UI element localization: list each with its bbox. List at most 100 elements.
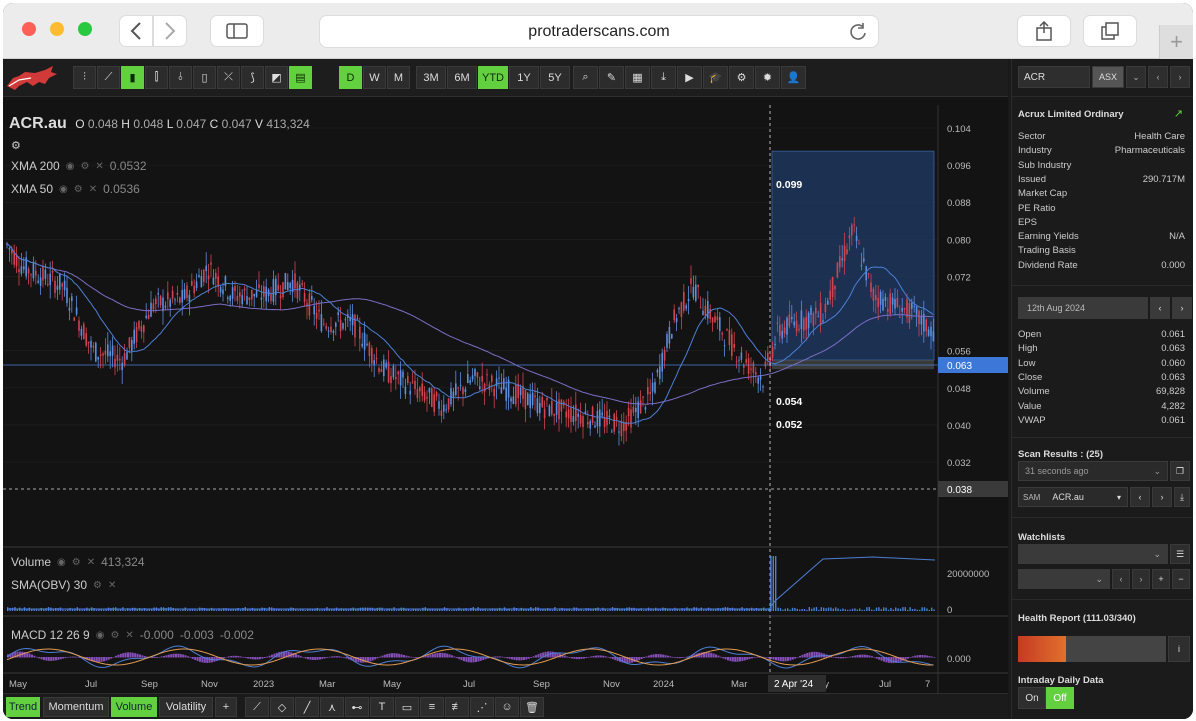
text-tool-button[interactable]: T <box>370 697 394 717</box>
trend-dots-tool-button[interactable]: ⋰ <box>470 697 494 717</box>
next-date-button[interactable]: › <box>1172 297 1192 319</box>
remove-watchlist-button[interactable]: − <box>1172 569 1190 589</box>
pen-tool-button[interactable]: ⟋ <box>245 697 269 717</box>
eye-icon[interactable]: ◉ <box>66 161 75 172</box>
settings-icon[interactable]: ⚙ <box>74 184 83 195</box>
intraday-off-button[interactable]: Off <box>1046 687 1074 709</box>
remove-icon[interactable]: ✕ <box>87 557 95 568</box>
ohlc-button[interactable]: ▯ <box>193 66 216 89</box>
add-indicator-button[interactable]: + <box>215 697 237 717</box>
rectangle-tool-button[interactable]: ▭ <box>395 697 419 717</box>
eye-icon[interactable]: ◉ <box>96 630 105 641</box>
volume-chart-button[interactable]: ▤ <box>289 66 312 89</box>
magic-wand-button[interactable]: ✎ <box>599 66 624 89</box>
next-scan-button[interactable]: › <box>1152 487 1172 507</box>
reload-icon[interactable] <box>848 22 868 42</box>
sidebar-toggle-button[interactable] <box>210 15 264 47</box>
trash-tool-button[interactable]: 🗑 <box>520 697 544 717</box>
settings-button[interactable]: ⚙ <box>729 66 754 89</box>
scan-symbol-select[interactable]: SAM ACR.au ▾ <box>1018 487 1128 507</box>
scan-time-select[interactable]: 31 seconds ago ⌄ <box>1018 461 1168 481</box>
close-window-button[interactable] <box>22 22 36 36</box>
volume-legend[interactable]: Volume ◉ ⚙ ✕ 413,324 <box>11 555 145 569</box>
parallel-tool-button[interactable]: ≢ <box>445 697 469 717</box>
range-1y-button[interactable]: 1Y <box>509 66 539 89</box>
next-watchlist-button[interactable]: › <box>1132 569 1150 589</box>
range-3m-button[interactable]: 3M <box>416 66 446 89</box>
range-6m-button[interactable]: 6M <box>447 66 477 89</box>
range-ytd-button[interactable]: YTD <box>478 66 508 89</box>
forward-button[interactable] <box>153 15 187 47</box>
external-link-icon[interactable]: ↗ <box>1174 107 1183 120</box>
chart-area[interactable]: 0.104 0.096 0.088 0.080 0.072 0.056 0.048 0.040… <box>3 97 1008 693</box>
price-chart[interactable]: 0.104 0.096 0.088 0.080 0.072 0.056 0.048 0.040… <box>3 97 1008 693</box>
period-w-button[interactable]: W <box>363 66 386 89</box>
eye-icon[interactable]: ◉ <box>59 184 68 195</box>
fib-tool-button[interactable]: ⋏ <box>320 697 344 717</box>
prev-date-button[interactable]: ‹ <box>1150 297 1170 319</box>
watchlist-select[interactable]: ⌄ <box>1018 544 1168 564</box>
period-m-button[interactable]: M <box>387 66 410 89</box>
remove-icon[interactable]: ✕ <box>125 630 133 641</box>
remove-icon[interactable]: ✕ <box>108 580 116 591</box>
prev-symbol-button[interactable]: ‹ <box>1148 66 1168 88</box>
minimize-window-button[interactable] <box>50 22 64 36</box>
period-d-button[interactable]: D <box>339 66 362 89</box>
download-button[interactable]: ⤓ <box>651 66 676 89</box>
add-watchlist-button[interactable]: + <box>1152 569 1170 589</box>
settings-icon[interactable]: ⚙ <box>93 580 102 591</box>
remove-icon[interactable]: ✕ <box>95 161 103 172</box>
candle-chart-button[interactable]: ⫶ <box>73 66 96 89</box>
table-button[interactable]: ▦ <box>625 66 650 89</box>
intraday-on-button[interactable]: On <box>1018 687 1046 709</box>
symbol-search-input[interactable]: ACR <box>1018 66 1090 88</box>
kagi-button[interactable]: ⟆ <box>241 66 264 89</box>
renko-button[interactable]: ⤫ <box>217 66 240 89</box>
health-info-button[interactable]: i <box>1168 636 1190 662</box>
watchlist-item-select[interactable]: ⌄ <box>1018 569 1110 589</box>
download-button[interactable]: ⤓ <box>1174 487 1190 507</box>
range-5y-button[interactable]: 5Y <box>540 66 570 89</box>
obv-legend[interactable]: SMA(OBV) 30 ⚙ ✕ <box>11 578 116 592</box>
line-chart-button[interactable]: ⟋ <box>97 66 120 89</box>
remove-icon[interactable]: ✕ <box>89 184 97 195</box>
education-button[interactable]: 🎓 <box>703 66 728 89</box>
settings-icon[interactable]: ⚙ <box>110 630 119 641</box>
xma200-legend[interactable]: XMA 200 ◉ ⚙ ✕ 0.0532 <box>11 159 147 173</box>
settings-icon[interactable]: ⚙ <box>72 557 81 568</box>
eraser-tool-button[interactable]: ◇ <box>270 697 294 717</box>
eye-icon[interactable]: ◉ <box>57 557 66 568</box>
tab-trend[interactable]: Trend <box>6 697 40 717</box>
line-tool-button[interactable]: ╱ <box>295 697 319 717</box>
xma50-legend[interactable]: XMA 50 ◉ ⚙ ✕ 0.0536 <box>11 182 140 196</box>
zoom-window-button[interactable] <box>78 22 92 36</box>
tabs-button[interactable] <box>1083 15 1137 47</box>
settings-gear-icon[interactable]: ⚙ <box>11 139 21 152</box>
prev-scan-button[interactable]: ‹ <box>1130 487 1150 507</box>
area-chart-button[interactable]: ◩ <box>265 66 288 89</box>
share-button[interactable] <box>1017 15 1071 47</box>
tab-momentum[interactable]: Momentum <box>43 697 109 717</box>
search-button[interactable]: ⌕ <box>573 66 598 89</box>
channel-tool-button[interactable]: ≡ <box>420 697 444 717</box>
back-button[interactable] <box>119 15 153 47</box>
prev-watchlist-button[interactable]: ‹ <box>1112 569 1130 589</box>
date-input[interactable]: 12th Aug 2024 <box>1018 297 1148 319</box>
address-bar[interactable]: protraderscans.com <box>319 15 879 48</box>
tab-volume[interactable]: Volume <box>111 697 157 717</box>
emoji-tool-button[interactable]: ☺ <box>495 697 519 717</box>
copy-button[interactable]: ❐ <box>1170 461 1190 481</box>
hollow-candle-button[interactable]: ⫿ <box>145 66 168 89</box>
horizontal-line-tool-button[interactable]: ⊷ <box>345 697 369 717</box>
exchange-select[interactable]: ASX <box>1092 66 1124 88</box>
heikin-ashi-button[interactable]: ⫰ <box>169 66 192 89</box>
exchange-dropdown-button[interactable]: ⌄ <box>1126 66 1146 88</box>
settings-icon[interactable]: ⚙ <box>80 161 89 172</box>
watchlist-menu-button[interactable]: ☰ <box>1170 544 1190 564</box>
new-tab-button[interactable]: + <box>1159 25 1193 59</box>
tab-volatility[interactable]: Volatility <box>159 697 213 717</box>
gear-button[interactable]: ✹ <box>755 66 780 89</box>
macd-legend[interactable]: MACD 12 26 9 ◉ ⚙ ✕ -0.000 -0.003 -0.002 <box>11 628 254 642</box>
next-symbol-button[interactable]: › <box>1170 66 1190 88</box>
play-button[interactable]: ▶ <box>677 66 702 89</box>
